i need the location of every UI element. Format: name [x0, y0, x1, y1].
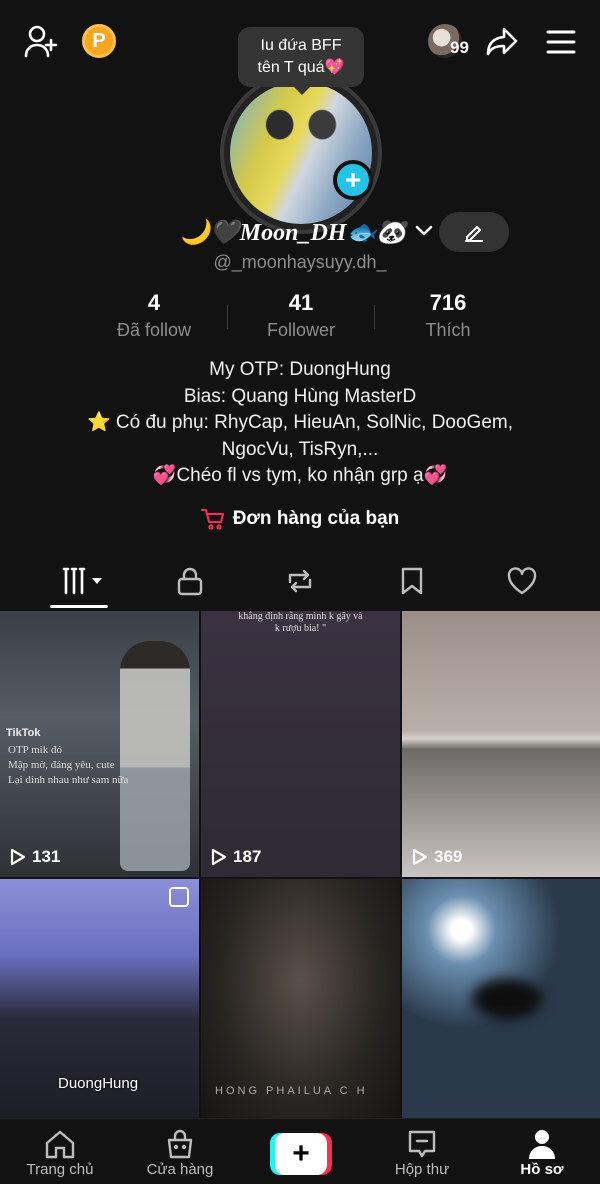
nav-home[interactable]: Trang chủ	[0, 1127, 120, 1178]
plus-icon: +	[275, 1133, 327, 1175]
video-grid: TikTok OTP mik đó Mập mờ, đáng yêu, cute…	[0, 611, 600, 1133]
bio-line: My OTP: DuongHung	[209, 359, 391, 380]
add-friend-icon[interactable]	[22, 24, 60, 60]
tab-reposts[interactable]	[276, 564, 324, 598]
view-count-value: 187	[233, 847, 262, 866]
add-avatar-button[interactable]: +	[333, 160, 373, 200]
profile-bio: My OTP: DuongHung Bias: Quang Hùng Maste…	[0, 357, 600, 490]
repost-icon	[288, 569, 312, 593]
bubble-line-1: Iu đứa BFF	[260, 37, 342, 54]
stat-followers[interactable]: 41 Follower	[226, 290, 376, 341]
stat-following[interactable]: 4 Đã follow	[79, 290, 229, 341]
bookmark-icon	[401, 567, 423, 595]
lock-icon	[177, 567, 203, 596]
videos-icon	[62, 567, 102, 595]
coin-label: P	[92, 29, 106, 52]
video-thumbnail[interactable]: TikTok OTP mik đó Mập mờ, đáng yêu, cute…	[0, 611, 199, 877]
profile-icon	[529, 1130, 555, 1159]
tab-videos[interactable]	[58, 564, 106, 598]
multi-photo-icon	[169, 887, 189, 907]
shopping-bag-icon	[167, 1129, 193, 1159]
status-bubble[interactable]: Iu đứa BFF tên T quá💖	[238, 27, 364, 95]
thumbnail-shadow	[472, 979, 542, 1019]
pencil-icon	[465, 225, 483, 242]
username-handle: @_moonhaysuyy.dh_	[213, 252, 387, 272]
view-count-value: 131	[32, 847, 61, 866]
view-count: 187	[211, 847, 261, 867]
video-caption: khẳng định rằng mình k gây và k rượu bia…	[238, 611, 363, 634]
avatar-image	[230, 82, 372, 224]
stat-label: Follower	[266, 320, 336, 340]
nav-home-label: Trang chủ	[26, 1161, 94, 1178]
video-caption: DuongHung	[58, 1075, 139, 1092]
view-count-value: 369	[434, 847, 463, 866]
thumbnail-figure	[120, 641, 190, 871]
tab-saved[interactable]	[388, 564, 436, 598]
video-thumbnail[interactable]: 369	[402, 611, 600, 877]
bio-line: 💞Chéo fl vs tym, ko nhận grp ạ💞	[152, 465, 448, 486]
video-caption: HONG PHAILUA C H	[215, 1085, 368, 1097]
play-icon	[10, 848, 26, 866]
nav-profile-label: Hồ sơ	[520, 1161, 564, 1178]
bubble-line-2: tên T quá💖	[257, 59, 345, 76]
profile-avatar[interactable]	[220, 72, 382, 234]
inbox-icon	[408, 1130, 436, 1158]
nav-shop-label: Cửa hàng	[146, 1161, 214, 1178]
video-caption: OTP mik đó Mập mờ, đáng yêu, cute Lại dí…	[8, 744, 129, 786]
tab-liked[interactable]	[498, 564, 546, 598]
stat-likes[interactable]: 716 Thích	[373, 290, 523, 341]
orders-link[interactable]: Đơn hàng của bạn	[0, 508, 600, 530]
video-thumbnail[interactable]: khẳng định rằng mình k gây và k rượu bia…	[201, 611, 400, 877]
display-name: 🌙🖤Moon_DH🐟🐼	[180, 219, 407, 246]
cart-icon	[200, 509, 224, 530]
content-tabs	[0, 556, 600, 610]
chevron-down-icon[interactable]	[414, 221, 434, 244]
menu-icon[interactable]	[544, 26, 578, 58]
bio-line: Bias: Quang Hùng MasterD	[183, 385, 417, 407]
mini-avatar-count: 99	[450, 38, 469, 57]
nav-inbox-label: Hộp thư	[394, 1161, 450, 1178]
stat-value: 716	[429, 290, 467, 315]
stat-divider	[227, 305, 228, 329]
bottom-navigation: Trang chủ Cửa hàng + Hộp thư Hồ sơ	[0, 1118, 600, 1184]
video-thumbnail[interactable]	[402, 879, 600, 1133]
stat-label: Đã follow	[116, 320, 192, 340]
share-icon[interactable]	[484, 24, 520, 60]
create-button[interactable]: +	[270, 1133, 332, 1175]
nav-profile[interactable]: Hồ sơ	[482, 1127, 600, 1178]
coin-icon[interactable]: P	[82, 24, 116, 58]
stat-value: 41	[288, 290, 314, 315]
video-thumbnail[interactable]: DuongHung	[0, 879, 199, 1133]
bio-line: ⭐ Có đu phụ: RhyCap, HieuAn, SolNic, Doo…	[86, 412, 513, 433]
video-thumbnail[interactable]: HONG PHAILUA C H	[201, 879, 400, 1133]
profile-stats: 4 Đã follow 41 Follower 716 Thích	[0, 290, 600, 346]
play-icon	[211, 848, 227, 866]
name-row[interactable]: 🌙🖤Moon_DH🐟🐼	[180, 214, 434, 250]
heart-icon	[507, 567, 537, 595]
view-count: 131	[10, 847, 60, 867]
tab-private[interactable]	[166, 564, 214, 598]
stat-value: 4	[147, 290, 161, 315]
orders-label: Đơn hàng của bạn	[232, 508, 400, 529]
active-tab-indicator	[50, 605, 108, 608]
edit-profile-button[interactable]	[439, 212, 509, 252]
home-icon	[45, 1130, 75, 1159]
view-count: 369	[412, 847, 462, 867]
bio-line: NgocVu, TisRyn,...	[221, 438, 379, 460]
nav-inbox[interactable]: Hộp thư	[362, 1127, 482, 1178]
play-icon	[412, 848, 428, 866]
nav-shop[interactable]: Cửa hàng	[120, 1127, 240, 1178]
stat-divider	[374, 305, 375, 329]
tiktok-watermark: TikTok	[6, 727, 41, 739]
stat-label: Thích	[425, 320, 471, 340]
